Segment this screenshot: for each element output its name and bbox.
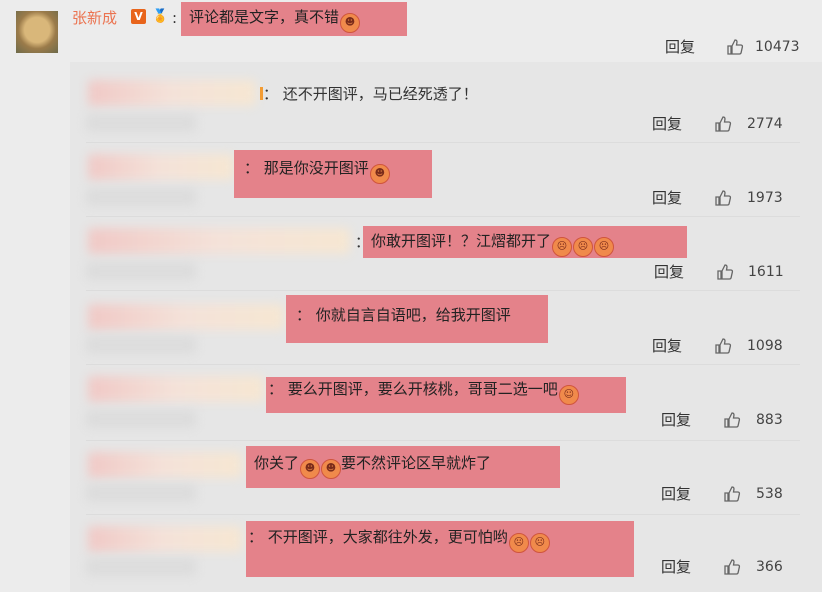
like-count: 1973 <box>747 190 783 206</box>
blurred-meta <box>86 336 196 354</box>
like-icon[interactable] <box>726 38 744 56</box>
blurred-username <box>88 452 242 478</box>
divider <box>86 364 800 365</box>
divider <box>86 290 800 291</box>
like-icon[interactable] <box>714 189 732 207</box>
avatar[interactable] <box>16 11 58 53</box>
reply-button[interactable]: 回复 <box>652 114 682 134</box>
verified-badge-icon: V <box>131 9 146 24</box>
like-count: 1611 <box>748 264 784 280</box>
reply-button[interactable]: 回复 <box>652 188 682 208</box>
reply-button[interactable]: 回复 <box>661 557 691 577</box>
blurred-username <box>88 154 234 180</box>
reply-button[interactable]: 回复 <box>654 262 684 282</box>
reply-text: 你关了 ☻ ☻ 要不然评论区早就炸了 <box>246 446 560 488</box>
blurred-username <box>88 80 256 106</box>
blurred-meta <box>86 410 196 428</box>
divider <box>86 216 800 217</box>
angry-emoji-icon: ☹ <box>508 533 529 553</box>
devil-emoji-icon: ☻ <box>300 459 321 479</box>
devil-emoji-icon: ☻ <box>340 13 361 33</box>
reply-text: ： 还不开图评，马已经死透了！ <box>263 85 478 103</box>
reply-text: 你敢开图评！？江熠都开了 ☹ ☹ ☹ <box>363 226 687 258</box>
comment-colon: : <box>172 9 178 27</box>
angry-emoji-icon: ☹ <box>529 533 550 553</box>
like-count: 366 <box>756 559 783 575</box>
blurred-meta <box>86 188 196 206</box>
like-count: 1098 <box>747 338 783 354</box>
reply-button[interactable]: 回复 <box>652 336 682 356</box>
like-count: 2774 <box>747 116 783 132</box>
like-icon[interactable] <box>714 115 732 133</box>
devil-emoji-icon: ☻ <box>321 459 342 479</box>
top-comment-text: 评论都是文字，真不错 ☻ <box>181 2 407 36</box>
blurred-meta <box>86 484 196 502</box>
devil-emoji-icon: ☻ <box>369 164 390 184</box>
like-icon[interactable] <box>716 263 734 281</box>
angry-emoji-icon: ☹ <box>573 237 594 257</box>
blurred-username <box>88 228 350 254</box>
like-icon[interactable] <box>723 485 741 503</box>
reply-button[interactable]: 回复 <box>661 410 691 430</box>
author-name[interactable]: 张新成 <box>72 8 117 28</box>
like-icon[interactable] <box>723 558 741 576</box>
blurred-username <box>88 526 242 552</box>
like-count: 883 <box>756 412 783 428</box>
reply-text: ： 那是你没开图评 ☻ <box>234 150 432 198</box>
comment-text: 评论都是文字，真不错 <box>189 8 340 26</box>
tongue-emoji-icon: ☺ <box>558 385 579 405</box>
reply-text: ： 要么开图评，要么开核桃，哥哥二选一吧 ☺ <box>266 377 626 413</box>
reply-button[interactable]: 回复 <box>661 484 691 504</box>
angry-emoji-icon: ☹ <box>594 237 615 257</box>
angry-emoji-icon: ☹ <box>552 237 573 257</box>
divider <box>86 142 800 143</box>
divider <box>86 440 800 441</box>
like-icon[interactable] <box>714 337 732 355</box>
like-count: 538 <box>756 486 783 502</box>
blurred-meta <box>86 558 196 576</box>
blurred-meta <box>86 114 196 132</box>
blurred-username <box>88 304 284 330</box>
reply-button[interactable]: 回复 <box>665 37 695 57</box>
like-icon[interactable] <box>723 411 741 429</box>
blurred-meta <box>86 262 196 280</box>
reply-text: ： 你就自言自语吧，给我开图评 <box>286 295 548 343</box>
divider <box>86 514 800 515</box>
blurred-username <box>88 376 264 402</box>
reply-text: ： 不开图评，大家都往外发，更可怕哟 ☹ ☹ <box>246 521 634 577</box>
like-count: 10473 <box>755 39 800 55</box>
medal-icon: 🏅 <box>152 9 169 24</box>
